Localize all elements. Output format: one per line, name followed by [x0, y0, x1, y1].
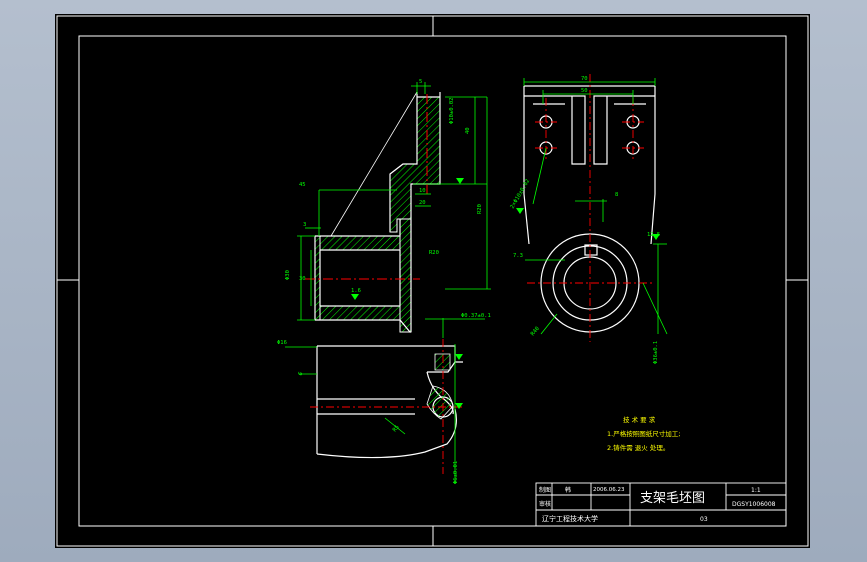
- tb-reviewer-label: 审核: [539, 500, 551, 508]
- dim-top-r: R5: [392, 424, 401, 433]
- dim-side-rise: R20: [477, 204, 483, 214]
- dimension-texts: 5 Φ10±0.02 40 R20 45 3 10 20 Φ30 30 1.6 …: [277, 76, 660, 484]
- dim-side-step: 20: [419, 200, 426, 206]
- dim-top-left: Φ16: [277, 340, 287, 346]
- side-hatch-left: [314, 235, 321, 321]
- dim-side-wall: 3: [303, 222, 306, 228]
- dim-front-roughness: 12.5: [647, 232, 660, 238]
- dim-side-height: 40: [465, 127, 471, 134]
- dim-side-bore: Φ10±0.02: [449, 98, 455, 125]
- tb-scale: 1:1: [751, 487, 761, 494]
- dim-side-left-dia: Φ30: [285, 270, 291, 280]
- dim-front-slot: 8: [615, 192, 618, 198]
- dim-side-top-width: 5: [419, 79, 422, 85]
- top-view: [285, 318, 485, 484]
- dim-front-inner: 50: [581, 88, 588, 94]
- tb-school: 辽宁工程技术大学: [542, 514, 598, 523]
- drawing-svg: 5 Φ10±0.02 40 R20 45 3 10 20 Φ30 30 1.6 …: [56, 15, 809, 547]
- tb-material: 03: [700, 516, 708, 523]
- tech-req-line2: 2.铸件需 退火 处理。: [607, 443, 669, 452]
- center-marks: [57, 16, 808, 546]
- dim-front-holes: 2×Φ10±0.02: [510, 178, 532, 210]
- title-block-texts: 制图 韩 2006.06.23 审核 支架毛坯图 1:1 DGSY1006008…: [539, 486, 776, 523]
- side-hatch-band: [319, 235, 401, 251]
- dim-front-offset: 7.3: [513, 253, 523, 259]
- tb-drawing-title: 支架毛坯图: [640, 491, 705, 506]
- dim-side-right: R20: [429, 250, 439, 256]
- dim-side-inner: 30: [299, 276, 306, 282]
- dim-side-surface: 1.6: [351, 288, 361, 294]
- tb-date: 2006.06.23: [593, 487, 625, 493]
- tech-req-line1: 1.严格按照图纸尺寸加工;: [607, 429, 680, 438]
- tb-designer-label: 制图: [539, 486, 551, 494]
- outer-border: [56, 15, 809, 547]
- dim-front-bottom: Φ36±0.1: [653, 341, 659, 364]
- dim-side-mid: 10: [419, 188, 426, 194]
- dim-top-tolerance: Φ0.37±0.1: [461, 313, 491, 319]
- tb-drawing-number: DGSY1006008: [732, 501, 776, 508]
- side-hatch-lower: [319, 305, 401, 321]
- front-view: [516, 74, 668, 342]
- tb-designer-name: 韩: [565, 486, 571, 494]
- drawing-canvas[interactable]: 5 Φ10±0.02 40 R20 45 3 10 20 Φ30 30 1.6 …: [55, 14, 810, 548]
- dim-front-total: 70: [581, 76, 588, 82]
- dim-side-offset: 45: [299, 182, 306, 188]
- side-view: [297, 82, 491, 333]
- dim-top-flat: 6: [298, 371, 305, 377]
- technical-requirements: 技 术 要 求 1.严格按照图纸尺寸加工; 2.铸件需 退火 处理。: [607, 415, 680, 452]
- side-hatch-right: [399, 218, 412, 333]
- dim-front-radius: R40: [530, 326, 541, 337]
- dim-top-bottom: Φ6±0.01: [453, 461, 459, 484]
- tech-req-title: 技 术 要 求: [623, 415, 656, 424]
